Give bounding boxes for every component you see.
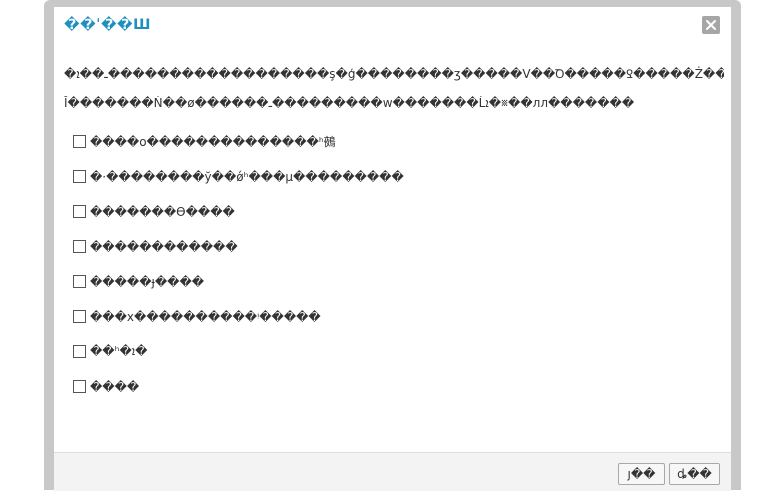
description-line-2: Ĭ�������Ṅ��ø������ـ���������w�������Ĺܐ�␧… bbox=[64, 96, 635, 110]
option-label: ������������ bbox=[90, 239, 238, 254]
dialog-footer: ȷ�� ȡ�� bbox=[54, 452, 731, 491]
option-item[interactable]: ������������ bbox=[73, 229, 404, 264]
option-checkbox[interactable] bbox=[73, 170, 86, 183]
option-label: �·��������ў��ǿʰ���µ��������� bbox=[90, 169, 404, 184]
option-item[interactable]: �·��������ў��ǿʰ���µ��������� bbox=[73, 159, 404, 194]
option-item[interactable]: ��ʰ�ܐ� bbox=[73, 334, 404, 369]
option-label: �����ɟ���� bbox=[90, 274, 205, 289]
cancel-button[interactable]: ȡ�� bbox=[669, 463, 720, 485]
options-list: ����o��������������ʰ鵺 �·��������ў��ǿʰ���… bbox=[73, 124, 404, 404]
option-label: ���x����������ᵎ����� bbox=[90, 309, 321, 324]
option-checkbox[interactable] bbox=[73, 205, 86, 218]
close-button[interactable] bbox=[702, 16, 720, 34]
close-icon bbox=[706, 20, 716, 30]
option-checkbox[interactable] bbox=[73, 240, 86, 253]
option-item[interactable]: �����ɟ���� bbox=[73, 264, 404, 299]
option-label: ����o��������������ʰ鵺 bbox=[90, 135, 336, 149]
option-item[interactable]: ���x����������ᵎ����� bbox=[73, 299, 404, 334]
option-label: �������ϴ���� bbox=[90, 204, 235, 219]
option-label: ���� bbox=[90, 379, 140, 394]
option-checkbox[interactable] bbox=[73, 380, 86, 393]
dialog: ��ˈ��Ш �ـ��ܐ������������������ş�ģ�������… bbox=[54, 7, 731, 491]
option-checkbox[interactable] bbox=[73, 345, 86, 358]
option-item[interactable]: �������ϴ���� bbox=[73, 194, 404, 229]
option-checkbox[interactable] bbox=[73, 310, 86, 323]
option-item[interactable]: ����o��������������ʰ鵺 bbox=[73, 124, 404, 159]
ok-button[interactable]: ȷ�� bbox=[618, 463, 665, 485]
option-item[interactable]: ���� bbox=[73, 369, 404, 404]
dialog-title: ��ˈ��Ш bbox=[64, 17, 151, 33]
option-checkbox[interactable] bbox=[73, 275, 86, 288]
option-checkbox[interactable] bbox=[73, 135, 86, 148]
description-line-1: �ـ��ܐ������������������ş�ģ��������ʒ�����… bbox=[64, 67, 724, 81]
option-label: ��ʰ�ܐ� bbox=[90, 344, 148, 358]
